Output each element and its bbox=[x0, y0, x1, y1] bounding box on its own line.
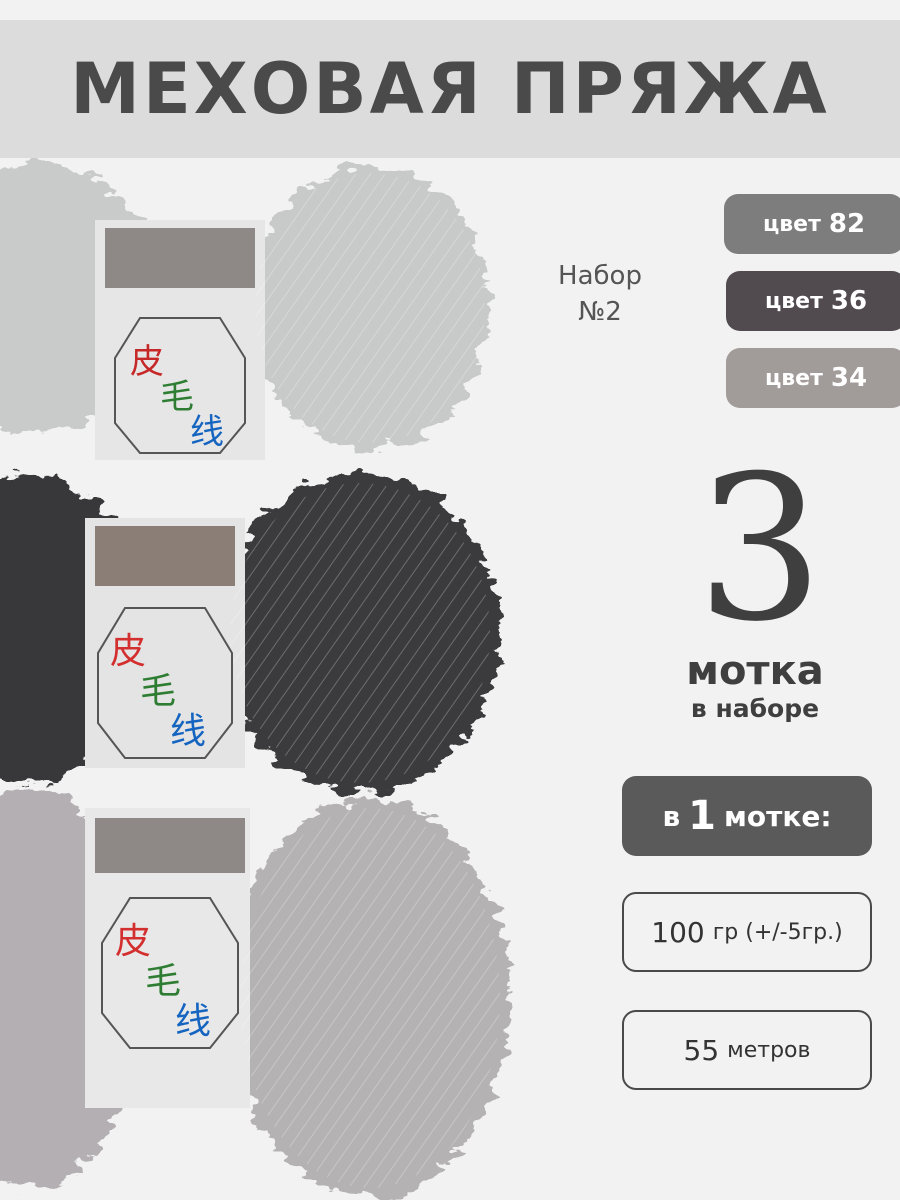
skein-dark-charcoal bbox=[0, 473, 500, 793]
per-skein-number: 1 bbox=[688, 793, 716, 839]
per-skein-suffix: мотке: bbox=[724, 799, 832, 833]
svg-text:皮: 皮 bbox=[115, 921, 151, 962]
color-word: цвет bbox=[762, 211, 821, 237]
skein-grey-lilac bbox=[0, 788, 510, 1198]
svg-text:线: 线 bbox=[175, 1001, 211, 1042]
svg-text:线: 线 bbox=[190, 412, 224, 452]
skein-count-number: 3 bbox=[696, 433, 824, 666]
weight-value: 100 bbox=[651, 915, 705, 949]
weight-spec-box: 100 гр (+/-5гр.) bbox=[622, 892, 872, 972]
color-code: 82 bbox=[828, 209, 866, 239]
color-code: 36 bbox=[830, 286, 868, 316]
svg-text:毛: 毛 bbox=[140, 671, 176, 712]
svg-text:毛: 毛 bbox=[160, 377, 194, 417]
color-word: цвет bbox=[764, 288, 823, 314]
length-value: 55 bbox=[683, 1033, 720, 1067]
page-title: МЕХОВАЯ ПРЯЖА bbox=[70, 48, 830, 130]
color-word: цвет bbox=[764, 365, 823, 391]
set-number-label: Набор №2 bbox=[540, 258, 660, 330]
svg-text:皮: 皮 bbox=[110, 631, 146, 672]
color-badge-36: цвет 36 bbox=[726, 271, 900, 331]
set-label-number: №2 bbox=[578, 297, 622, 327]
title-banner: МЕХОВАЯ ПРЯЖА bbox=[0, 20, 900, 158]
set-label-word: Набор bbox=[558, 261, 642, 291]
color-code: 34 bbox=[830, 363, 868, 393]
yarn-skeins-photo: 皮 毛 线 皮 毛 线 皮 毛 线 bbox=[0, 163, 510, 1198]
svg-text:线: 线 bbox=[170, 711, 206, 752]
svg-text:皮: 皮 bbox=[130, 342, 164, 382]
color-badge-82: цвет 82 bbox=[724, 194, 900, 254]
weight-unit: гр (+/-5гр.) bbox=[712, 919, 843, 945]
length-spec-box: 55 метров bbox=[622, 1010, 872, 1090]
per-skein-prefix: в bbox=[662, 799, 681, 833]
svg-text:毛: 毛 bbox=[145, 961, 181, 1002]
skein-count-subtitle: в наборе bbox=[690, 694, 820, 723]
per-skein-header: в 1 мотке: bbox=[622, 776, 872, 856]
color-badge-34: цвет 34 bbox=[726, 348, 900, 408]
length-unit: метров bbox=[727, 1037, 811, 1063]
skein-count-word: мотка bbox=[686, 648, 824, 694]
